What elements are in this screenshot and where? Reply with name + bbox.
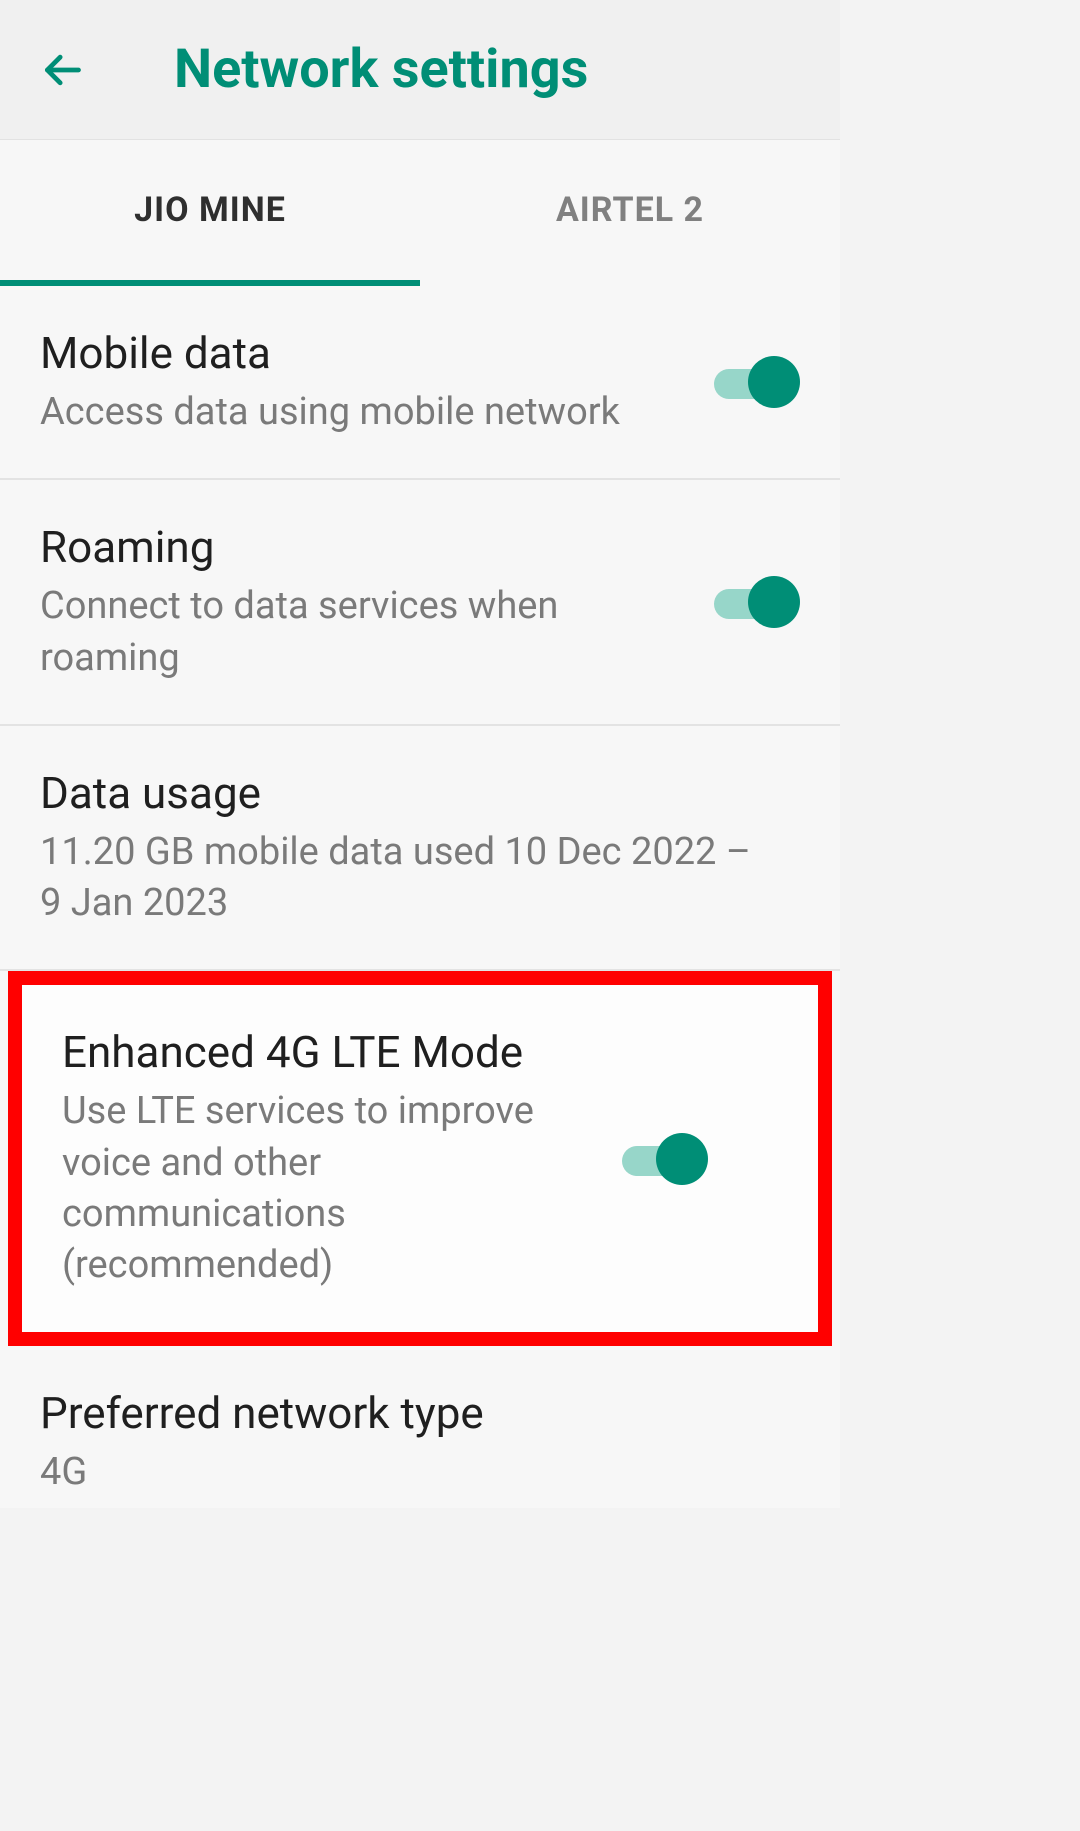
row-text: Data usage 11.20 GB mobile data used 10 … bbox=[40, 766, 800, 930]
app-header: Network settings bbox=[0, 0, 840, 140]
switch-thumb bbox=[656, 1133, 708, 1185]
row-data-usage[interactable]: Data usage 11.20 GB mobile data used 10 … bbox=[0, 726, 840, 972]
row-title: Preferred network type bbox=[40, 1386, 776, 1441]
sim-tabs: JIO MINE AIRTEL 2 bbox=[0, 140, 840, 286]
switch-thumb bbox=[748, 576, 800, 628]
tab-sim-1[interactable]: JIO MINE bbox=[0, 140, 420, 286]
row-subtitle: Connect to data services when roaming bbox=[40, 581, 690, 684]
row-preferred-network[interactable]: Preferred network type 4G bbox=[0, 1346, 840, 1508]
highlight-box: Enhanced 4G LTE Mode Use LTE services to… bbox=[8, 971, 832, 1345]
row-text: Enhanced 4G LTE Mode Use LTE services to… bbox=[62, 1025, 622, 1291]
row-title: Mobile data bbox=[40, 326, 690, 381]
roaming-toggle[interactable] bbox=[714, 582, 800, 622]
mobile-data-toggle[interactable] bbox=[714, 362, 800, 402]
row-subtitle: 11.20 GB mobile data used 10 Dec 2022 – … bbox=[40, 827, 776, 930]
settings-list: Mobile data Access data using mobile net… bbox=[0, 286, 840, 1508]
back-arrow-icon[interactable] bbox=[40, 48, 84, 92]
row-title: Roaming bbox=[40, 520, 690, 575]
row-mobile-data[interactable]: Mobile data Access data using mobile net… bbox=[0, 286, 840, 480]
page-title: Network settings bbox=[174, 38, 588, 101]
switch-thumb bbox=[748, 356, 800, 408]
row-subtitle: Use LTE services to improve voice and ot… bbox=[62, 1086, 598, 1291]
row-enhanced-lte[interactable]: Enhanced 4G LTE Mode Use LTE services to… bbox=[22, 985, 818, 1331]
row-roaming[interactable]: Roaming Connect to data services when ro… bbox=[0, 480, 840, 726]
row-text: Roaming Connect to data services when ro… bbox=[40, 520, 714, 684]
enhanced-lte-toggle[interactable] bbox=[622, 1139, 708, 1179]
row-title: Enhanced 4G LTE Mode bbox=[62, 1025, 598, 1080]
row-text: Mobile data Access data using mobile net… bbox=[40, 326, 714, 438]
row-subtitle: 4G bbox=[40, 1447, 776, 1498]
tab-label: AIRTEL 2 bbox=[556, 190, 704, 230]
row-title: Data usage bbox=[40, 766, 776, 821]
row-text: Preferred network type 4G bbox=[40, 1386, 800, 1498]
row-subtitle: Access data using mobile network bbox=[40, 387, 690, 438]
tab-sim-2[interactable]: AIRTEL 2 bbox=[420, 140, 840, 286]
tab-label: JIO MINE bbox=[134, 190, 286, 230]
